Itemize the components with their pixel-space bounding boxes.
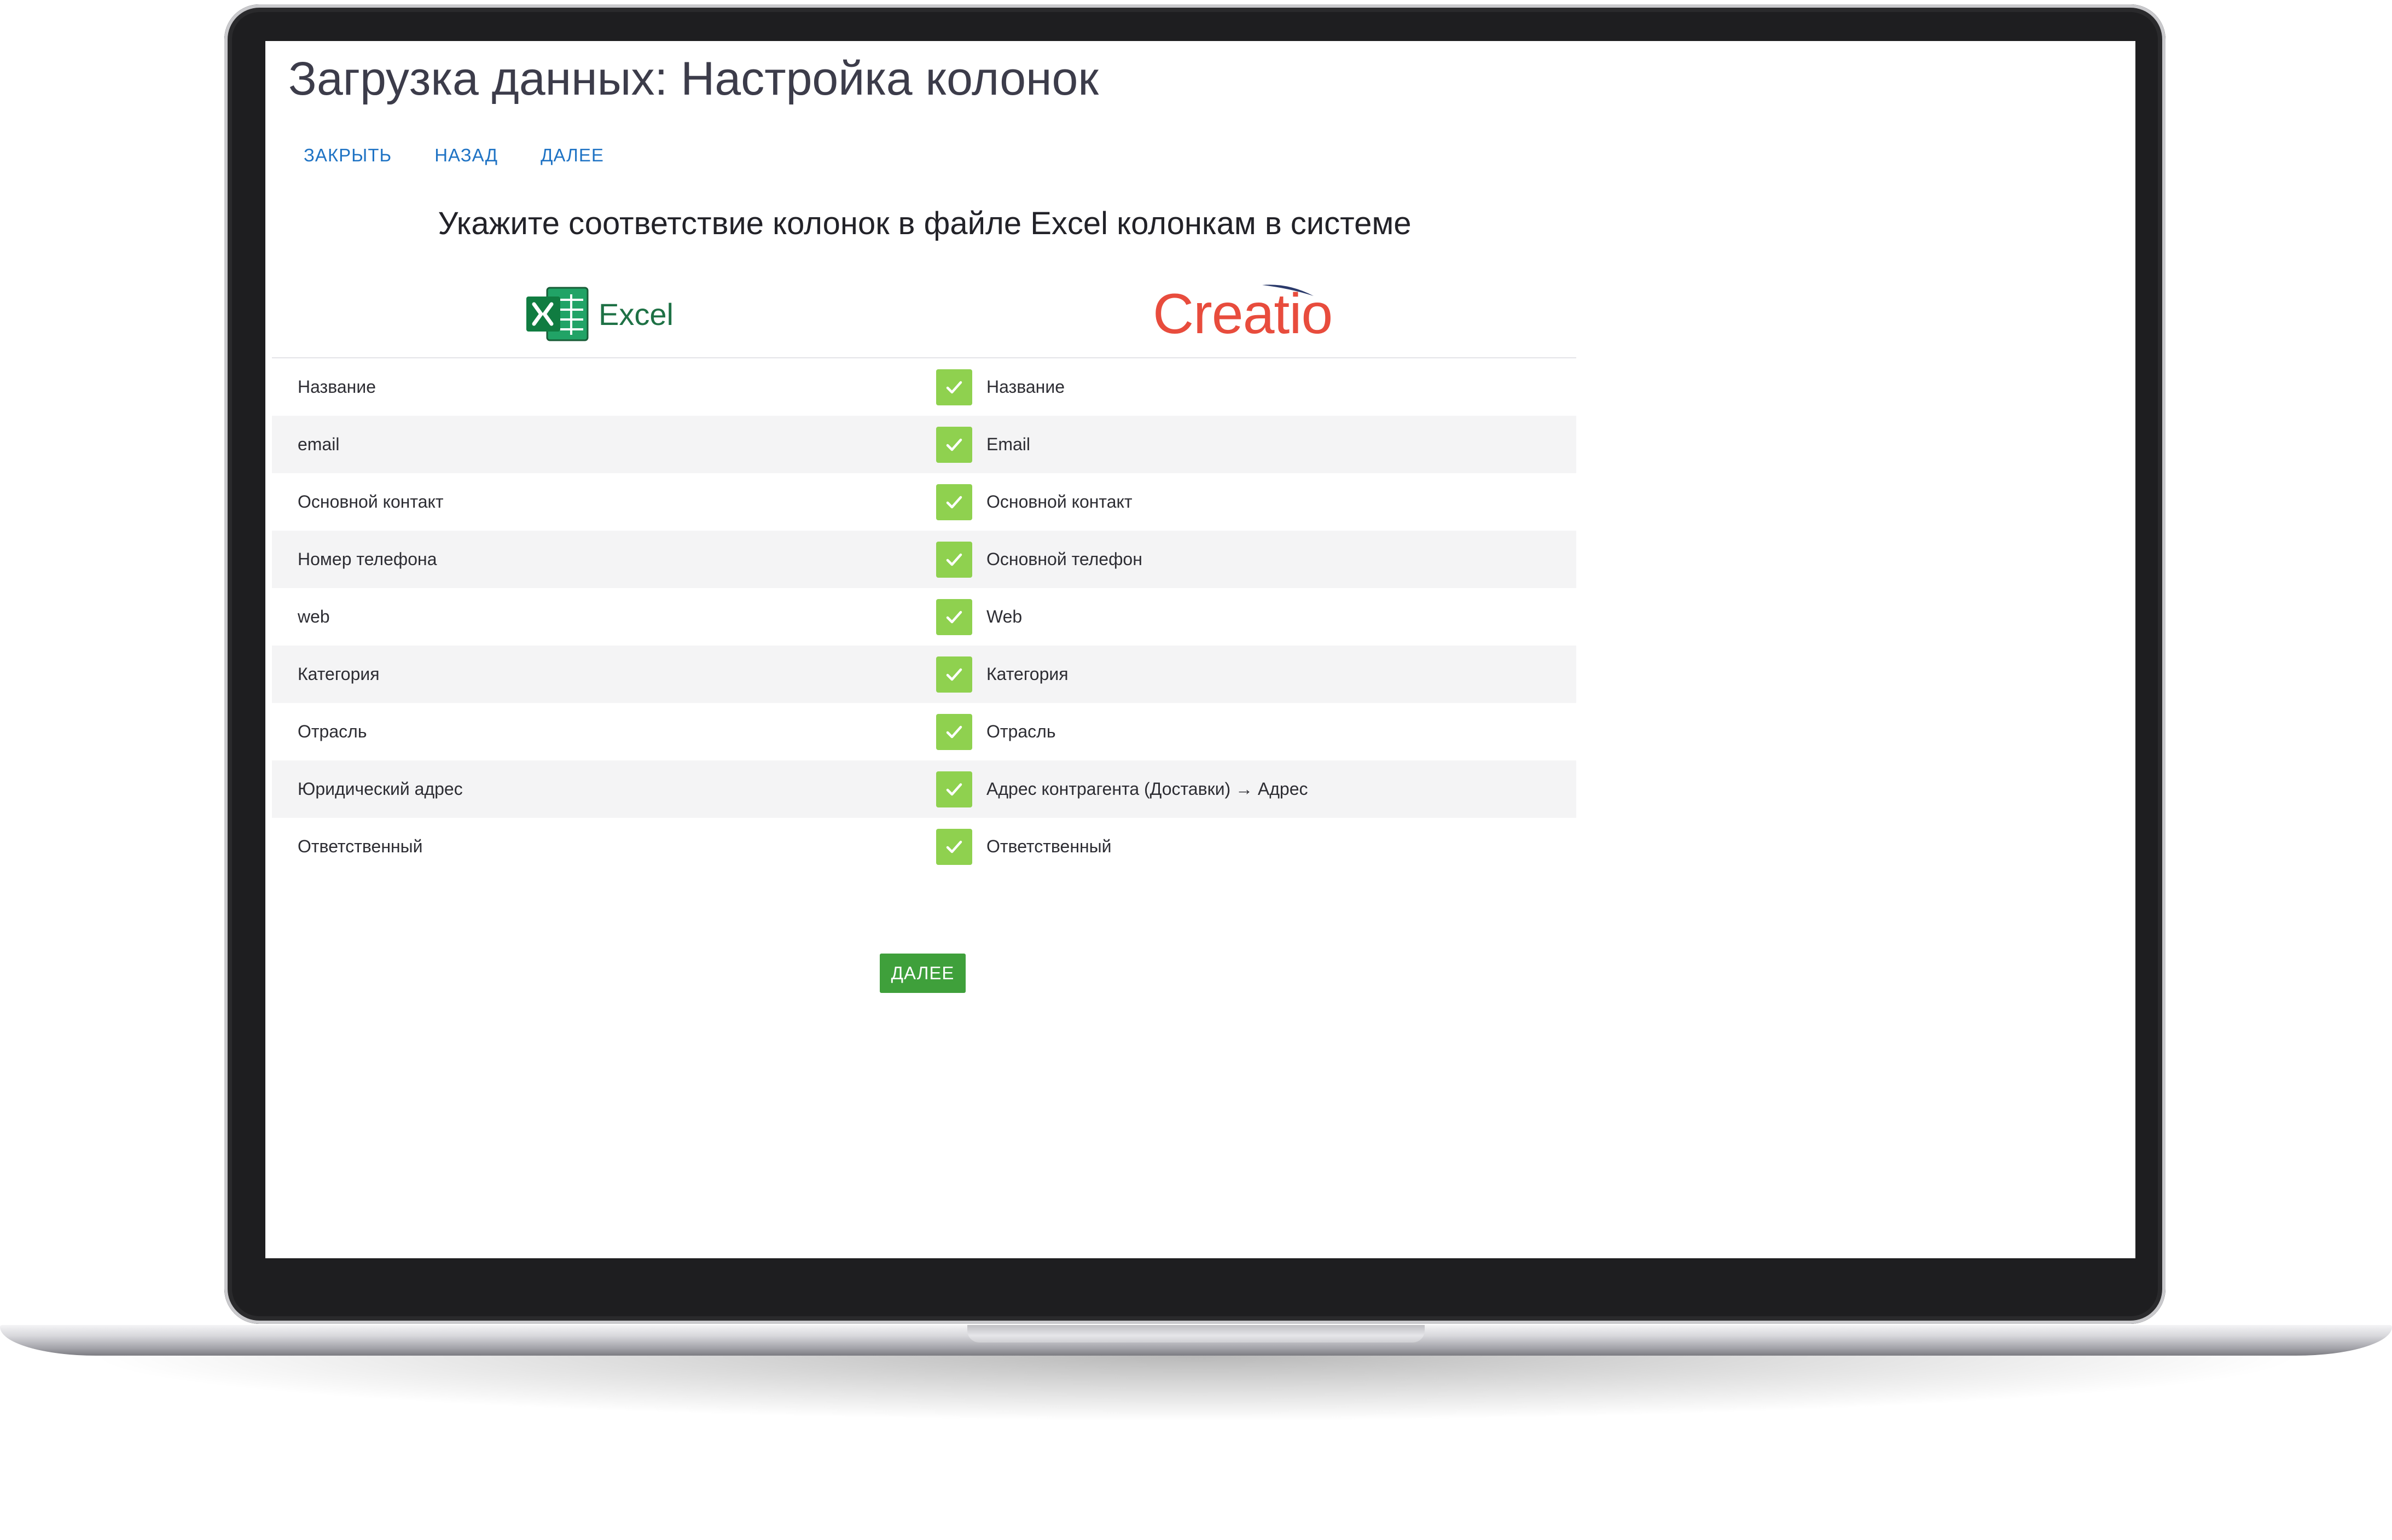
mapping-row: Название Название — [272, 358, 1576, 416]
excel-column-name: Категория — [298, 664, 380, 684]
checkmark-icon[interactable] — [936, 771, 972, 807]
mapping-row: Категория Категория — [272, 646, 1576, 703]
system-column-name[interactable]: Название — [986, 377, 1065, 397]
mapping-row: web Web — [272, 588, 1576, 646]
system-column-name[interactable]: Категория — [986, 664, 1069, 684]
mapping-row: Юридический адрес Адрес контрагента (Дост… — [272, 760, 1576, 818]
excel-column-name: Отрасль — [298, 722, 367, 741]
excel-column-name: Номер телефона — [298, 549, 437, 569]
excel-logo: Excel — [525, 284, 674, 344]
next-link-button[interactable]: ДАЛЕЕ — [541, 145, 604, 166]
laptop-hinge-notch — [967, 1325, 1425, 1343]
page-title: Загрузка данных: Настройка колонок — [288, 53, 1099, 105]
mapping-row: email Email — [272, 416, 1576, 473]
checkmark-icon[interactable] — [936, 656, 972, 693]
checkmark-icon[interactable] — [936, 828, 972, 865]
excel-column-name: Основной контакт — [298, 492, 444, 512]
creatio-logo: Creatio — [1153, 282, 1372, 347]
excel-column-name: web — [298, 607, 330, 626]
checkmark-icon[interactable] — [936, 541, 972, 578]
device-mockup: Загрузка данных: Настройка колонок ЗАКРЫ… — [0, 0, 2392, 1540]
mapping-row: Номер телефона Основной телефон — [272, 531, 1576, 588]
mapping-row: Ответственный Ответственный — [272, 818, 1576, 875]
excel-logo-icon — [526, 287, 589, 341]
back-button[interactable]: НАЗАД — [434, 145, 498, 166]
close-button[interactable]: ЗАКРЫТЬ — [304, 145, 392, 166]
excel-column-name: Юридический адрес — [298, 779, 463, 799]
column-mapping-table: Название Название email Email Основной конта… — [272, 358, 1576, 875]
system-column-name[interactable]: Email — [986, 434, 1030, 455]
app-screen: Загрузка данных: Настройка колонок ЗАКРЫ… — [265, 41, 2135, 1258]
instruction-text: Укажите соответствие колонок в файле Exc… — [438, 206, 1412, 241]
system-column-name[interactable]: Основной телефон — [986, 549, 1142, 569]
top-toolbar: ЗАКРЫТЬ НАЗАД ДАЛЕЕ — [304, 145, 604, 166]
system-column-name[interactable]: Ответственный — [986, 836, 1112, 857]
checkmark-icon[interactable] — [936, 426, 972, 463]
checkmark-icon[interactable] — [936, 598, 972, 635]
checkmark-icon[interactable] — [936, 484, 972, 520]
checkmark-icon[interactable] — [936, 713, 972, 750]
mapping-row: Основной контакт Основной контакт — [272, 473, 1576, 531]
system-column-name[interactable]: Web — [986, 607, 1022, 627]
next-button[interactable]: ДАЛЕЕ — [880, 954, 966, 993]
system-column-name[interactable]: Основной контакт — [986, 492, 1133, 512]
device-shadow — [82, 1356, 2310, 1421]
excel-column-name: Ответственный — [298, 836, 423, 856]
excel-column-name: email — [298, 434, 340, 454]
mapping-row: Отрасль Отрасль — [272, 703, 1576, 760]
checkmark-icon[interactable] — [936, 369, 972, 405]
system-column-name[interactable]: Отрасль — [986, 722, 1055, 742]
system-column-name[interactable]: Адрес контрагента (Доставки) → Адрес — [986, 779, 1308, 799]
creatio-swoosh-icon — [1262, 284, 1314, 296]
excel-logo-text: Excel — [599, 297, 674, 332]
excel-column-name: Название — [298, 377, 376, 397]
